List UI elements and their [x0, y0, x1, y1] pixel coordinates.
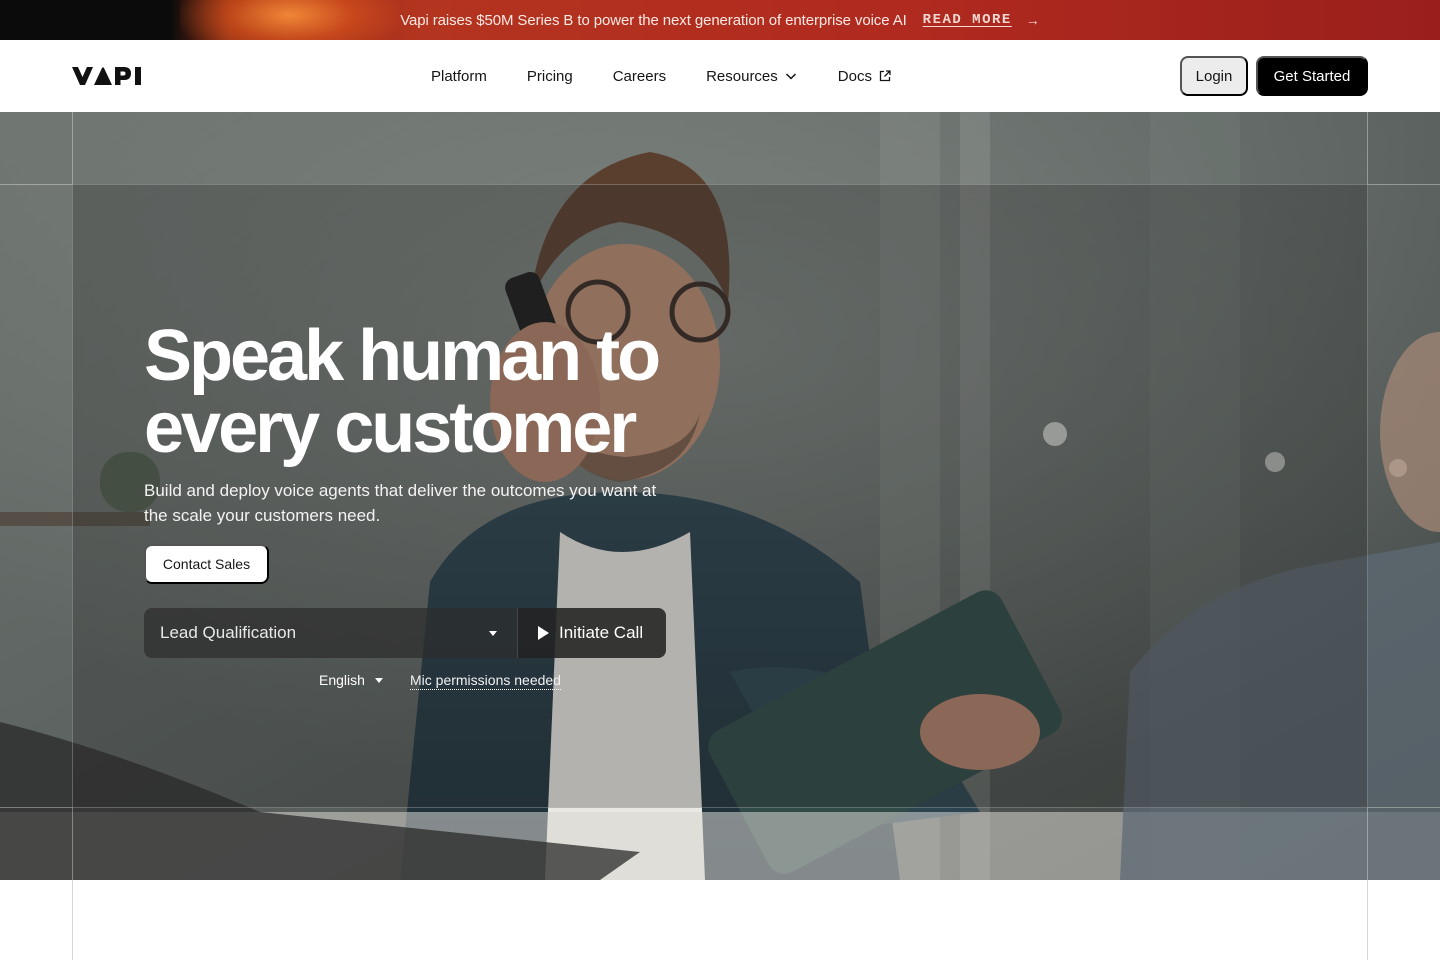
announcement-banner: Vapi raises $50M Series B to power the n…	[0, 0, 1440, 40]
nav-label: Docs	[837, 67, 872, 85]
caret-down-icon	[489, 630, 497, 636]
agent-select[interactable]: Lead Qualification	[144, 608, 518, 658]
mic-permissions-link[interactable]: Mic permissions needed	[410, 672, 561, 690]
headline-line: Speak human to	[144, 316, 661, 396]
vapi-logo[interactable]	[72, 66, 144, 86]
banner-content: Vapi raises $50M Series B to power the n…	[400, 12, 1040, 29]
main-nav: Platform Pricing Careers Resources Docs	[431, 40, 892, 112]
get-started-button[interactable]: Get Started	[1256, 56, 1368, 96]
nav-label: Resources	[706, 67, 778, 85]
external-link-icon	[879, 70, 891, 82]
arrow-right-icon[interactable]: →	[1026, 12, 1040, 28]
initiate-call-label: Initiate Call	[559, 623, 644, 642]
language-select[interactable]: English	[319, 672, 383, 688]
hero-subheadline: Build and deploy voice agents that deliv…	[144, 481, 657, 525]
call-demo-bar: Lead Qualification Initiate Call	[144, 608, 666, 658]
login-button[interactable]: Login	[1180, 56, 1248, 96]
banner-decoration	[180, 0, 400, 40]
nav-careers[interactable]: Careers	[613, 68, 666, 85]
next-section	[0, 880, 1440, 960]
hero-section: Speak human to every customer Build and …	[0, 112, 1440, 880]
banner-text: Vapi raises $50M Series B to power the n…	[400, 11, 907, 29]
read-more-link[interactable]: READ MORE	[923, 12, 1012, 28]
frame-line	[72, 880, 73, 960]
nav-label: Platform	[431, 67, 487, 85]
headline-line: every customer	[144, 388, 637, 468]
nav-label: Pricing	[526, 67, 573, 85]
initiate-call-button[interactable]: Initiate Call	[518, 608, 666, 658]
agent-select-value: Lead Qualification	[160, 623, 297, 642]
nav-label: Careers	[612, 67, 667, 85]
hero-headline: Speak human to every customer	[144, 320, 764, 464]
chevron-down-icon	[785, 73, 796, 80]
nav-resources[interactable]: Resources	[706, 68, 798, 85]
nav-docs[interactable]: Docs	[838, 68, 892, 85]
frame-line	[1367, 880, 1368, 960]
site-header: Platform Pricing Careers Resources Docs …	[0, 40, 1440, 112]
language-value: English	[319, 672, 365, 688]
nav-pricing[interactable]: Pricing	[527, 68, 573, 85]
nav-platform[interactable]: Platform	[431, 68, 487, 85]
caret-down-icon	[374, 677, 383, 683]
play-icon	[538, 626, 549, 640]
contact-sales-button[interactable]: Contact Sales	[144, 544, 269, 584]
